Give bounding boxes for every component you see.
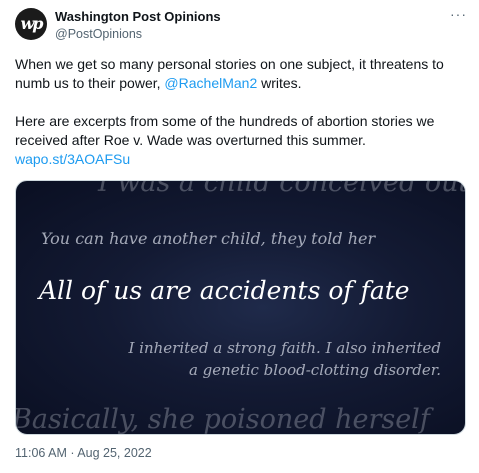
tweet-text-segment: writes. (257, 75, 302, 91)
media-quote-faded-top: I was a child conceived out of (98, 180, 466, 198)
author-handle[interactable]: @PostOpinions (55, 27, 142, 41)
article-link[interactable]: wapo.st/3AOAFSu (15, 151, 130, 167)
author-name[interactable]: Washington Post Opinions (55, 9, 221, 24)
mention-link[interactable]: @RachelMan2 (164, 75, 257, 91)
more-options-icon[interactable]: ··· (450, 6, 467, 22)
media-headline: All of us are accidents of fate (39, 276, 410, 305)
avatar[interactable]: wp (15, 8, 47, 40)
tweet-paragraph-2: Here are excerpts from some of the hundr… (15, 112, 465, 169)
tweet-text: When we get so many personal stories on … (15, 55, 465, 169)
media-quote: a genetic blood-clotting disorder. (188, 361, 441, 379)
tweet-card: wp Washington Post Opinions @PostOpinion… (0, 0, 479, 473)
tweet-media-image[interactable]: I was a child conceived out of You can h… (15, 180, 466, 435)
media-quote-faded-bottom: Basically, she poisoned herself (15, 404, 430, 435)
tweet-text-segment: Here are excerpts from some of the hundr… (15, 113, 435, 148)
media-quote: I inherited a strong faith. I also inher… (128, 339, 441, 357)
tweet-paragraph-1: When we get so many personal stories on … (15, 55, 465, 93)
tweet-timestamp[interactable]: 11:06 AM · Aug 25, 2022 (15, 446, 152, 460)
media-quote: You can have another child, they told he… (41, 229, 376, 248)
